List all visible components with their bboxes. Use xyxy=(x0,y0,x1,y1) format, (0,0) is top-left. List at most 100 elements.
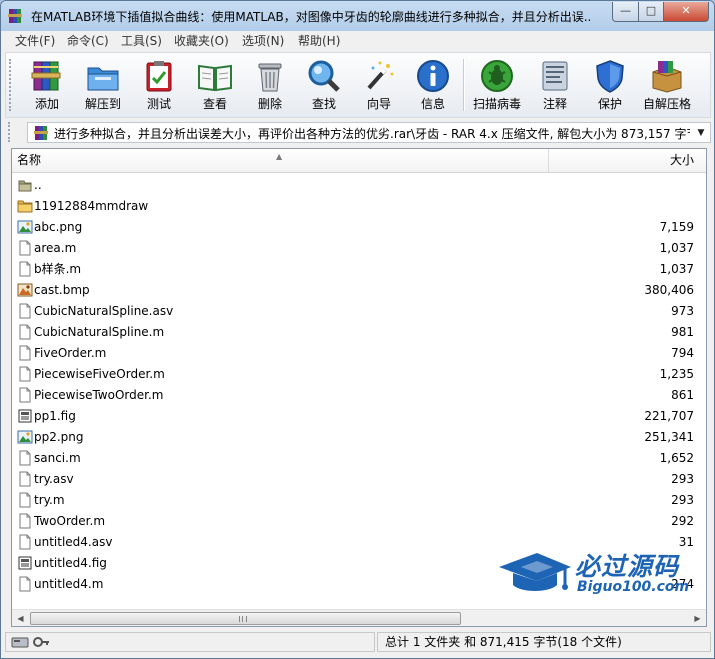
file-name: pp1.fig xyxy=(34,409,76,423)
file-name: try.asv xyxy=(34,472,74,486)
file-icon xyxy=(19,387,31,403)
scroll-left-icon[interactable]: ◀ xyxy=(12,610,29,626)
extract-to-button[interactable]: 解压到 xyxy=(75,56,131,114)
scrollbar-thumb[interactable] xyxy=(30,612,461,625)
sort-ascending-icon: ▲ xyxy=(276,152,283,161)
close-button[interactable]: ✕ xyxy=(663,2,709,22)
file-size: 7,159 xyxy=(659,220,694,234)
address-grip[interactable] xyxy=(8,122,11,142)
list-item[interactable]: abc.png 7,159 xyxy=(12,216,706,237)
file-name: untitled4.asv xyxy=(34,535,113,549)
file-name: PiecewiseTwoOrder.m xyxy=(34,388,164,402)
list-item[interactable]: b样条.m 1,037 xyxy=(12,258,706,279)
file-size: 380,406 xyxy=(644,283,694,297)
status-bar: 总计 1 文件夹 和 871,415 字节(18 个文件) xyxy=(5,631,711,653)
file-size: 973 xyxy=(671,304,694,318)
menu-tools[interactable]: 工具(S) xyxy=(121,33,162,49)
menu-commands[interactable]: 命令(C) xyxy=(67,33,109,49)
list-item[interactable]: CubicNaturalSpline.m 981 xyxy=(12,321,706,342)
add-label: 添加 xyxy=(34,97,59,111)
menu-bar: 文件(F) 命令(C) 工具(S) 收藏夹(O) 选项(N) 帮助(H) xyxy=(1,31,714,51)
sfx-label: 自解压格 xyxy=(642,97,691,111)
maximize-button[interactable]: □ xyxy=(638,2,664,22)
file-name: CubicNaturalSpline.m xyxy=(34,325,165,339)
menu-favorites[interactable]: 收藏夹(O) xyxy=(174,33,229,49)
test-button[interactable]: 测试 xyxy=(131,56,187,114)
file-name: untitled4.fig xyxy=(34,556,107,570)
status-right-pane: 总计 1 文件夹 和 871,415 字节(18 个文件) xyxy=(377,632,711,652)
open-book-icon xyxy=(198,64,232,92)
info-label: 信息 xyxy=(420,97,445,111)
file-size xyxy=(550,197,694,215)
sfx-box-icon xyxy=(652,61,682,93)
archive-icon xyxy=(34,126,48,140)
path-dropdown-icon[interactable]: ▼ xyxy=(694,125,708,141)
file-icon xyxy=(19,450,31,466)
info-icon xyxy=(417,60,449,92)
file-name: 11912884mmdraw xyxy=(34,199,149,213)
parent-folder-icon xyxy=(18,180,32,192)
file-size: 794 xyxy=(671,346,694,360)
view-button[interactable]: 查看 xyxy=(187,56,243,114)
list-item[interactable]: area.m 1,037 xyxy=(12,237,706,258)
menu-options[interactable]: 选项(N) xyxy=(242,33,284,49)
file-icon xyxy=(19,261,31,277)
protect-label: 保护 xyxy=(597,97,622,111)
watermark-url: Biguo100.com xyxy=(577,579,690,595)
file-name: PiecewiseFiveOrder.m xyxy=(34,367,165,381)
list-item[interactable]: try.m 293 xyxy=(12,489,706,510)
list-item[interactable]: 11912884mmdraw xyxy=(12,195,706,216)
file-name: sanci.m xyxy=(34,451,81,465)
file-icon xyxy=(19,324,31,340)
list-item[interactable]: FiveOrder.m 794 xyxy=(12,342,706,363)
winrar-app-icon xyxy=(8,9,22,23)
scroll-right-icon[interactable]: ▶ xyxy=(689,610,706,626)
virus-scan-button[interactable]: 扫描病毒 xyxy=(469,56,525,114)
list-item[interactable]: CubicNaturalSpline.asv 973 xyxy=(12,300,706,321)
file-name: TwoOrder.m xyxy=(34,514,106,528)
minimize-button[interactable]: — xyxy=(612,2,639,22)
list-item[interactable]: PiecewiseFiveOrder.m 1,235 xyxy=(12,363,706,384)
virus-scan-label: 扫描病毒 xyxy=(472,97,521,111)
magic-wand-icon xyxy=(367,61,394,90)
list-item[interactable]: TwoOrder.m 292 xyxy=(12,510,706,531)
info-button[interactable]: 信息 xyxy=(405,56,461,114)
list-item[interactable]: .. xyxy=(12,174,706,195)
toolbar: 添加 解压到 测试 查看 删除 查找 向导 信息 扫描病毒 注释 保护 自解压格 xyxy=(5,52,711,118)
size-column-header[interactable]: 大小 xyxy=(550,149,696,172)
find-button[interactable]: 查找 xyxy=(296,56,352,114)
graduation-cap-logo xyxy=(499,553,571,591)
list-item[interactable]: cast.bmp 380,406 xyxy=(12,279,706,300)
name-header-label: 名称 xyxy=(17,153,42,167)
file-size: 293 xyxy=(671,493,694,507)
add-button[interactable]: 添加 xyxy=(19,56,75,114)
list-item[interactable]: sanci.m 1,652 xyxy=(12,447,706,468)
file-name: untitled4.m xyxy=(34,577,104,591)
protect-button[interactable]: 保护 xyxy=(582,56,638,114)
toolbar-grip[interactable] xyxy=(9,59,12,111)
delete-button[interactable]: 删除 xyxy=(242,56,298,114)
list-item[interactable]: pp2.png 251,341 xyxy=(12,426,706,447)
comment-icon xyxy=(542,61,568,91)
image-file-icon xyxy=(17,430,33,444)
path-field[interactable]: 进行多种拟合，并且分析出误差大小，再评价出各种方法的优劣.rar\牙齿 - RA… xyxy=(27,122,711,143)
image-file-icon xyxy=(17,220,33,234)
file-name: b样条.m xyxy=(34,262,82,276)
file-size: 1,235 xyxy=(659,367,694,381)
list-item[interactable]: pp1.fig 221,707 xyxy=(12,405,706,426)
sfx-button[interactable]: 自解压格 xyxy=(639,56,695,114)
magnifier-icon xyxy=(308,60,340,92)
wizard-button[interactable]: 向导 xyxy=(351,56,407,114)
list-item[interactable]: PiecewiseTwoOrder.m 861 xyxy=(12,384,706,405)
horizontal-scrollbar[interactable]: ◀ ▶ xyxy=(12,609,706,626)
file-icon xyxy=(19,240,31,256)
menu-help[interactable]: 帮助(H) xyxy=(298,33,340,49)
comment-button[interactable]: 注释 xyxy=(527,56,583,114)
file-icon xyxy=(19,576,31,592)
drive-key-icon[interactable] xyxy=(11,635,51,649)
list-item[interactable]: try.asv 293 xyxy=(12,468,706,489)
menu-file[interactable]: 文件(F) xyxy=(15,33,55,49)
name-column-header[interactable]: ▲ 名称 xyxy=(12,149,549,172)
fig-file-icon xyxy=(18,409,32,423)
file-size: 1,037 xyxy=(659,241,694,255)
